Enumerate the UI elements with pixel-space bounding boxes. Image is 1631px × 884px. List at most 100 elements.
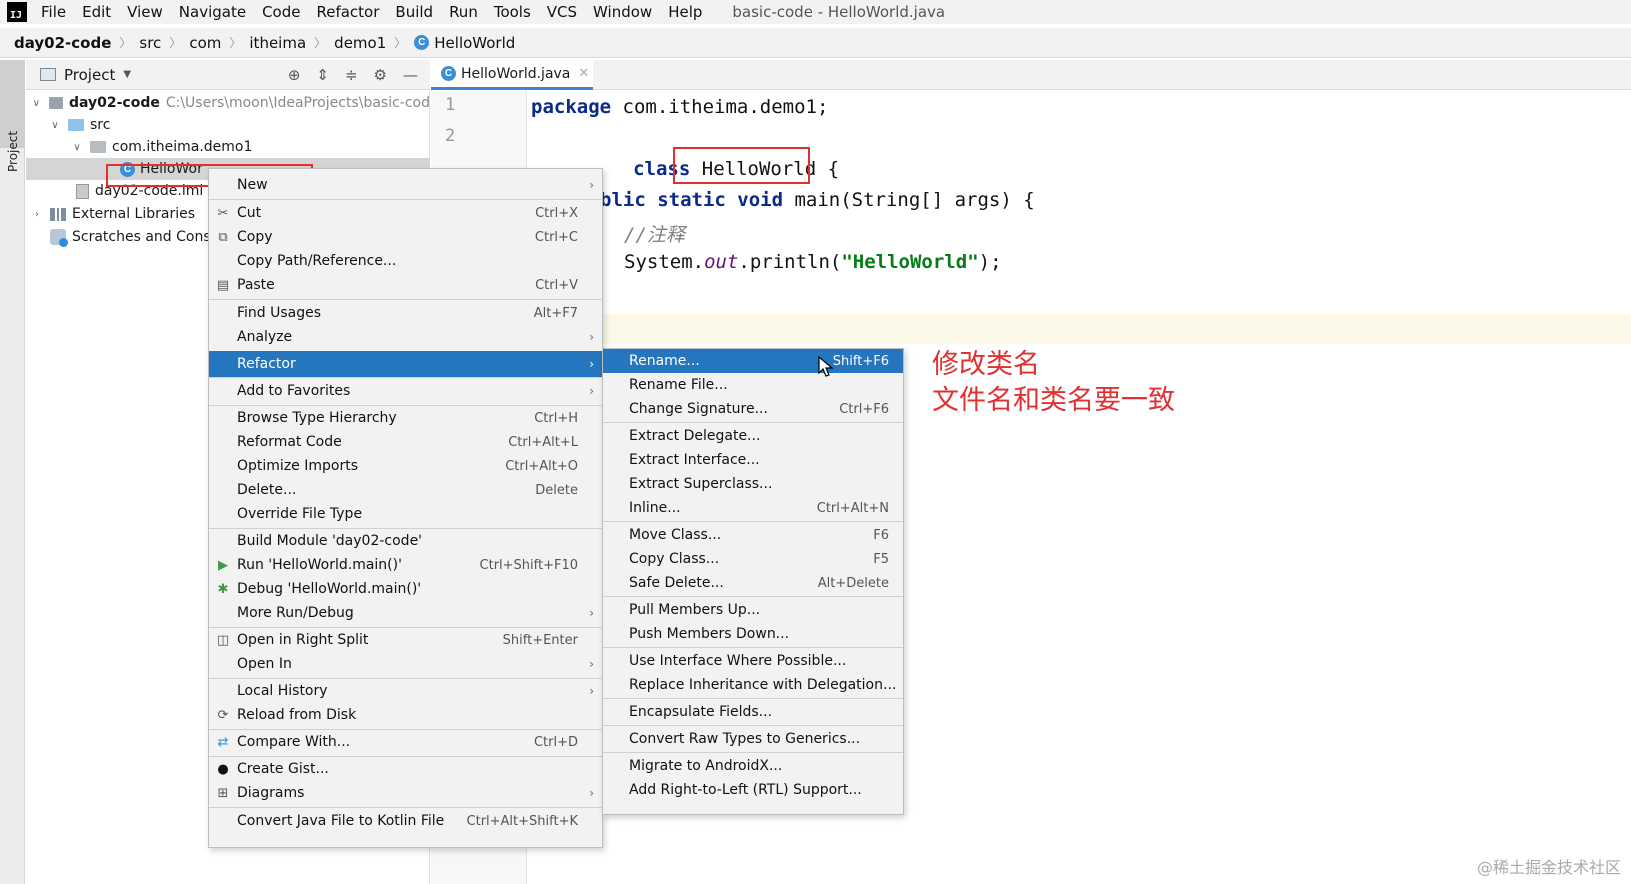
dropdown-caret-icon[interactable]: ▼ — [123, 69, 131, 80]
menu-item-new[interactable]: New › — [209, 173, 602, 197]
tab-helloworld-java[interactable]: C HelloWorld.java ✕ — [431, 60, 593, 90]
submenu-item-extract-delegate[interactable]: Extract Delegate... — [603, 424, 903, 448]
expand-all-icon[interactable]: ⇕ — [316, 66, 329, 84]
menu-item-open-in[interactable]: Open In › — [209, 652, 602, 676]
project-panel-title[interactable]: Project — [64, 66, 115, 84]
collapse-all-icon[interactable]: ≑ — [345, 66, 358, 84]
menu-navigate[interactable]: Navigate — [179, 3, 246, 21]
paste-icon: ▤ — [216, 277, 230, 293]
menu-item-label: Build Module 'day02-code' — [237, 533, 423, 549]
menu-item-create-gist[interactable]: ● Create Gist... — [209, 757, 602, 781]
menu-view[interactable]: View — [127, 3, 163, 21]
project-tool-tab[interactable]: Project — [0, 60, 25, 172]
submenu-item-pull-members-up[interactable]: Pull Members Up... — [603, 598, 903, 622]
submenu-item-replace-inheritance[interactable]: Replace Inheritance with Delegation... — [603, 673, 903, 697]
menu-shortcut: Ctrl+X — [535, 205, 578, 221]
menu-shortcut: Ctrl+H — [534, 410, 578, 426]
submenu-item-extract-interface[interactable]: Extract Interface... — [603, 448, 903, 472]
minimize-icon[interactable]: — — [403, 66, 418, 84]
submenu-item-copy-class[interactable]: Copy Class... F5 — [603, 547, 903, 571]
menu-item-run[interactable]: ▶ Run 'HelloWorld.main()' Ctrl+Shift+F10 — [209, 553, 602, 577]
menu-item-more-run-debug[interactable]: More Run/Debug › — [209, 601, 602, 625]
menu-item-optimize-imports[interactable]: Optimize Imports Ctrl+Alt+O — [209, 454, 602, 478]
crumb-demo1[interactable]: demo1 — [334, 34, 386, 52]
menu-shortcut: F5 — [873, 551, 889, 567]
source-folder-icon — [68, 119, 84, 131]
code-line-6: System.out.println("HelloWorld"); — [624, 251, 1002, 273]
menu-item-convert-to-kotlin[interactable]: Convert Java File to Kotlin File Ctrl+Alt… — [209, 809, 602, 833]
menu-help[interactable]: Help — [668, 3, 702, 21]
menu-item-refactor[interactable]: Refactor › — [209, 351, 602, 377]
menu-item-local-history[interactable]: Local History › — [209, 679, 602, 703]
submenu-item-move-class[interactable]: Move Class... F6 — [603, 523, 903, 547]
menu-item-override-file-type[interactable]: Override File Type — [209, 502, 602, 526]
menu-shortcut: Ctrl+V — [535, 277, 578, 293]
menu-window[interactable]: Window — [593, 3, 652, 21]
crumb-src[interactable]: src — [139, 34, 161, 52]
menu-item-delete[interactable]: Delete... Delete — [209, 478, 602, 502]
menu-item-paste[interactable]: ▤ Paste Ctrl+V — [209, 273, 602, 297]
gear-icon[interactable]: ⚙ — [374, 66, 387, 84]
submenu-arrow-icon: › — [589, 657, 594, 671]
menu-item-analyze[interactable]: Analyze › — [209, 325, 602, 349]
project-panel-header: Project ▼ ⊕ ⇕ ≑ ⚙ — — [26, 60, 430, 90]
menu-item-compare-with[interactable]: ⇄ Compare With... Ctrl+D — [209, 730, 602, 754]
menu-item-copy[interactable]: ⧉ Copy Ctrl+C — [209, 225, 602, 249]
menu-item-cut[interactable]: ✂ Cut Ctrl+X — [209, 201, 602, 225]
menu-item-label: Add Right-to-Left (RTL) Support... — [629, 782, 862, 798]
menu-item-find-usages[interactable]: Find Usages Alt+F7 — [209, 301, 602, 325]
menu-item-label: Delete... — [237, 482, 297, 498]
menu-refactor[interactable]: Refactor — [316, 3, 379, 21]
submenu-item-convert-raw-types[interactable]: Convert Raw Types to Generics... — [603, 727, 903, 751]
menu-vcs[interactable]: VCS — [547, 3, 577, 21]
menu-edit[interactable]: Edit — [82, 3, 111, 21]
submenu-item-use-interface[interactable]: Use Interface Where Possible... — [603, 649, 903, 673]
collapse-arrow-icon[interactable]: › — [30, 209, 44, 220]
package-icon — [90, 141, 106, 153]
expand-arrow-icon[interactable]: ∨ — [30, 98, 43, 109]
tree-item-src[interactable]: ∨ src — [26, 114, 430, 136]
crumb-itheima[interactable]: itheima — [249, 34, 306, 52]
menu-code[interactable]: Code — [262, 3, 300, 21]
submenu-item-extract-superclass[interactable]: Extract Superclass... — [603, 472, 903, 496]
close-icon[interactable]: ✕ — [578, 66, 589, 81]
menu-item-debug[interactable]: ✱ Debug 'HelloWorld.main()' — [209, 577, 602, 601]
menu-item-open-right-split[interactable]: ◫ Open in Right Split Shift+Enter — [209, 628, 602, 652]
expand-arrow-icon[interactable]: ∨ — [70, 142, 84, 153]
menu-file[interactable]: File — [41, 3, 66, 21]
menu-item-browse-type-hierarchy[interactable]: Browse Type Hierarchy Ctrl+H — [209, 406, 602, 430]
submenu-item-push-members-down[interactable]: Push Members Down... — [603, 622, 903, 646]
menu-item-diagrams[interactable]: ⊞ Diagrams › — [209, 781, 602, 805]
submenu-item-migrate-androidx[interactable]: Migrate to AndroidX... — [603, 754, 903, 778]
menu-build[interactable]: Build — [395, 3, 433, 21]
submenu-item-safe-delete[interactable]: Safe Delete... Alt+Delete — [603, 571, 903, 595]
tree-item-day02-code[interactable]: ∨ day02-code C:\Users\moon\IdeaProjects\… — [26, 92, 430, 114]
expand-arrow-icon[interactable]: ∨ — [48, 120, 62, 131]
menu-item-add-to-favorites[interactable]: Add to Favorites › — [209, 379, 602, 403]
menu-item-label: Add to Favorites — [237, 383, 351, 399]
crumb-helloworld[interactable]: HelloWorld — [434, 34, 515, 52]
submenu-item-inline[interactable]: Inline... Ctrl+Alt+N — [603, 496, 903, 520]
submenu-item-rename-file[interactable]: Rename File... — [603, 373, 903, 397]
submenu-item-add-rtl-support[interactable]: Add Right-to-Left (RTL) Support... — [603, 778, 903, 802]
menu-item-copy-path[interactable]: Copy Path/Reference... — [209, 249, 602, 273]
menu-item-label: Open in Right Split — [237, 632, 369, 648]
crumb-com[interactable]: com — [189, 34, 221, 52]
menu-item-label: Analyze — [237, 329, 293, 345]
menu-tools[interactable]: Tools — [494, 3, 531, 21]
menu-item-build-module[interactable]: Build Module 'day02-code' — [209, 529, 602, 553]
line-number: 1 — [445, 95, 456, 115]
locate-icon[interactable]: ⊕ — [288, 66, 301, 84]
menu-run[interactable]: Run — [449, 3, 478, 21]
submenu-item-change-signature[interactable]: Change Signature... Ctrl+F6 — [603, 397, 903, 421]
menu-item-reformat-code[interactable]: Reformat Code Ctrl+Alt+L — [209, 430, 602, 454]
submenu-item-encapsulate-fields[interactable]: Encapsulate Fields... — [603, 700, 903, 724]
menu-item-reload-from-disk[interactable]: ⟳ Reload from Disk — [209, 703, 602, 727]
tree-item-package[interactable]: ∨ com.itheima.demo1 — [26, 136, 430, 158]
menu-item-label: Inline... — [629, 500, 681, 516]
github-icon: ● — [217, 761, 229, 777]
crumb-project[interactable]: day02-code — [14, 34, 111, 52]
run-icon: ▶ — [218, 557, 228, 573]
diagram-icon: ⊞ — [217, 785, 229, 801]
submenu-item-rename[interactable]: Rename... Shift+F6 — [603, 349, 903, 373]
